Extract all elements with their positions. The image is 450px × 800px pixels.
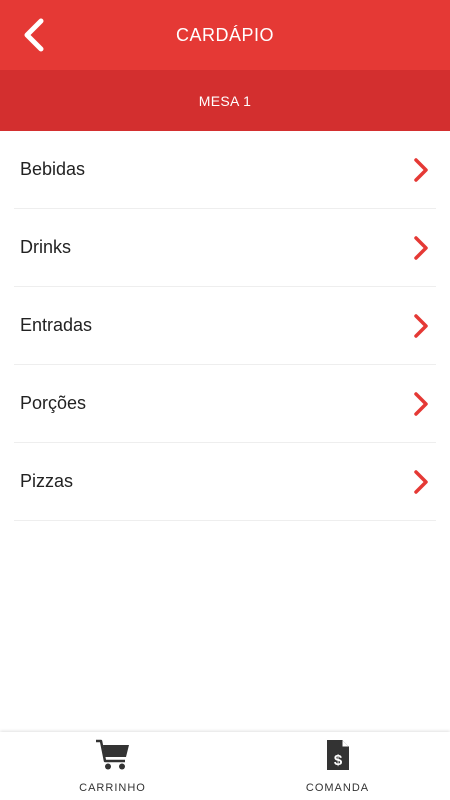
category-list: Bebidas Drinks Entradas Porções Pizzas (0, 131, 450, 521)
menu-screen: CARDÁPIO MESA 1 Bebidas Drinks Entradas … (0, 0, 450, 800)
bottom-nav: CARRINHO $ COMANDA (0, 732, 450, 800)
app-header: CARDÁPIO (0, 0, 450, 70)
tab-comanda[interactable]: $ COMANDA (225, 732, 450, 800)
tab-comanda-label: COMANDA (305, 782, 370, 794)
category-item-entradas[interactable]: Entradas (14, 287, 436, 365)
table-banner: MESA 1 (0, 70, 450, 131)
chevron-left-icon (24, 18, 44, 52)
back-button[interactable] (14, 15, 54, 55)
cart-tab-label: CARRINHO (79, 782, 146, 794)
cart-tab[interactable]: CARRINHO (0, 732, 225, 800)
table-label: MESA 1 (198, 92, 252, 109)
category-label: Bebidas (20, 159, 86, 179)
chevron-right-icon (414, 392, 428, 416)
category-item-drinks[interactable]: Drinks (14, 209, 436, 287)
chevron-right-icon (414, 236, 428, 260)
category-label: Drinks (20, 237, 72, 257)
category-item-pizzas[interactable]: Pizzas (14, 443, 436, 521)
shopping-cart-icon (95, 738, 131, 772)
page-title: CARDÁPIO (175, 24, 275, 45)
category-item-porcoes[interactable]: Porções (14, 365, 436, 443)
category-label: Entradas (20, 315, 93, 335)
chevron-right-icon (414, 158, 428, 182)
category-item-bebidas[interactable]: Bebidas (14, 131, 436, 209)
receipt-dollar-icon: $ (320, 738, 356, 772)
category-label: Pizzas (20, 471, 74, 491)
chevron-right-icon (414, 470, 428, 494)
category-label: Porções (20, 393, 87, 413)
chevron-right-icon (414, 314, 428, 338)
svg-text:$: $ (333, 752, 342, 769)
